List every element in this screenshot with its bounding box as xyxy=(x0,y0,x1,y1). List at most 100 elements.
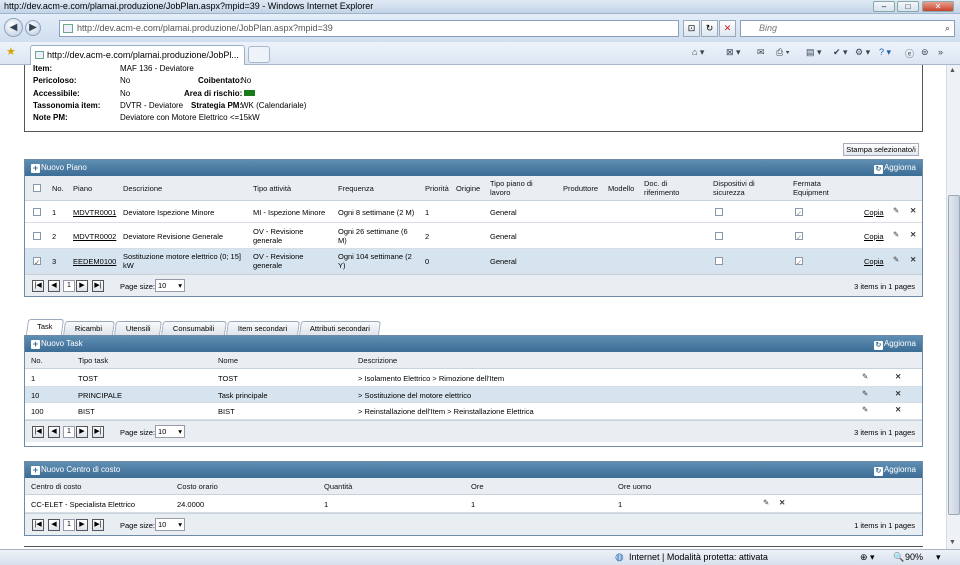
col-no[interactable]: No. xyxy=(52,184,64,193)
page-scrollbar[interactable]: ▲ ▼ xyxy=(946,65,960,549)
col-frequenza[interactable]: Frequenza xyxy=(338,184,374,193)
url-input[interactable]: http://dev.acm-e.com/plamai.produzione/J… xyxy=(59,20,679,37)
next-page-button[interactable]: ▶ xyxy=(76,519,88,531)
zoom-dropdown-icon[interactable]: ▾ xyxy=(936,552,941,563)
tab-consumabili[interactable]: Consumabili xyxy=(161,321,227,335)
scrollbar-thumb[interactable] xyxy=(948,195,960,515)
last-page-button[interactable]: ▶| xyxy=(92,426,104,438)
research-icon[interactable]: ⊜ xyxy=(921,47,929,58)
row-checkbox[interactable]: ✓ xyxy=(33,257,41,267)
copia-link[interactable]: Copia xyxy=(864,208,884,217)
refresh-button[interactable]: ↻ xyxy=(701,20,718,37)
browser-tab[interactable]: http://dev.acm-e.com/plamai.produzione/J… xyxy=(30,45,245,65)
col-centro-costo[interactable]: Centro di costo xyxy=(31,482,81,491)
favorites-star-icon[interactable]: ★ xyxy=(6,45,16,58)
piano-link[interactable]: MDVTR0002 xyxy=(73,232,116,241)
table-row[interactable]: 100 BIST BIST > Reinstallazione dell'Ite… xyxy=(25,403,922,420)
col-modello[interactable]: Modello xyxy=(608,184,634,193)
edit-pencil-icon[interactable]: ✎ xyxy=(862,372,868,381)
col-tipo-piano[interactable]: Tipo piano di lavoro xyxy=(490,179,550,197)
mail-icon[interactable]: ✉ xyxy=(757,47,765,58)
table-row[interactable]: CC-ELET - Specialista Elettrico 24.0000 … xyxy=(25,496,922,513)
copia-link[interactable]: Copia xyxy=(864,232,884,241)
page-menu-icon[interactable]: ▤ ▾ xyxy=(806,47,822,58)
last-page-button[interactable]: ▶| xyxy=(92,519,104,531)
minimize-button[interactable]: – xyxy=(873,1,895,12)
delete-x-icon[interactable]: ✕ xyxy=(910,230,916,239)
page-size-select[interactable]: 10 ▾ xyxy=(155,518,185,531)
table-row[interactable]: 10 PRINCIPALE Task principale > Sostituz… xyxy=(25,387,922,403)
prev-page-button[interactable]: ◀ xyxy=(48,426,60,438)
copia-link[interactable]: Copia xyxy=(864,257,884,266)
tab-item-secondari[interactable]: Item secondari xyxy=(226,321,300,335)
edit-pencil-icon[interactable]: ✎ xyxy=(862,389,868,398)
add-centro-costo-button[interactable]: + Nuovo Centro di costo xyxy=(31,462,120,478)
refresh-piano-button[interactable]: ↻ Aggiorna xyxy=(873,160,916,176)
next-page-button[interactable]: ▶ xyxy=(76,426,88,438)
delete-x-icon[interactable]: ✕ xyxy=(910,255,916,264)
stop-button[interactable]: ✕ xyxy=(719,20,736,37)
page-number[interactable]: 1 xyxy=(63,280,75,292)
table-row[interactable]: ✓ 3 EEDEM0100 Sostituzione motore elettr… xyxy=(25,249,922,274)
table-row[interactable]: 1 TOST TOST > Isolamento Elettrico > Rim… xyxy=(25,370,922,387)
col-quantita[interactable]: Quantità xyxy=(324,482,352,491)
maximize-button[interactable]: □ xyxy=(897,1,919,12)
table-row[interactable]: 2 MDVTR0002 Deviatore Revisione Generale… xyxy=(25,223,922,249)
search-icon[interactable]: ⌕ xyxy=(945,21,950,36)
col-doc-riferimento[interactable]: Doc. di riferimento xyxy=(644,179,689,197)
tab-task[interactable]: Task xyxy=(25,319,65,335)
col-no[interactable]: No. xyxy=(31,356,43,365)
edit-pencil-icon[interactable]: ✎ xyxy=(893,206,899,215)
first-page-button[interactable]: |◀ xyxy=(32,280,44,292)
last-page-button[interactable]: ▶| xyxy=(92,280,104,292)
page-number[interactable]: 1 xyxy=(63,519,75,531)
page-number[interactable]: 1 xyxy=(63,426,75,438)
col-descrizione[interactable]: Descrizione xyxy=(123,184,162,193)
row-checkbox[interactable] xyxy=(33,208,41,216)
first-page-button[interactable]: |◀ xyxy=(32,426,44,438)
prev-page-button[interactable]: ◀ xyxy=(48,280,60,292)
print-icon[interactable]: ⎙ ▾ xyxy=(776,47,789,58)
col-fermata[interactable]: Fermata Equipment xyxy=(793,179,843,197)
search-input[interactable]: Bing ⌕ xyxy=(740,20,955,37)
col-ore[interactable]: Ore xyxy=(471,482,484,491)
feeds-icon[interactable]: ⊠ ▾ xyxy=(726,47,741,58)
refresh-costo-button[interactable]: ↻ Aggiorna xyxy=(873,462,916,478)
toolbar-chevron-icon[interactable]: » xyxy=(938,47,943,57)
next-page-button[interactable]: ▶ xyxy=(76,280,88,292)
row-checkbox[interactable] xyxy=(33,232,41,240)
col-piano[interactable]: Piano xyxy=(73,184,92,193)
col-tipo-attivita[interactable]: Tipo attività xyxy=(253,184,291,193)
tools-gear-icon[interactable]: ⚙ ▾ xyxy=(855,47,870,58)
piano-link[interactable]: EEDEM0100 xyxy=(73,257,116,266)
delete-x-icon[interactable]: ✕ xyxy=(895,389,901,398)
col-origine[interactable]: Origine xyxy=(456,184,480,193)
col-dispositivi[interactable]: Dispositivi di sicurezza xyxy=(713,179,768,197)
back-button[interactable]: ◀ xyxy=(4,18,23,37)
refresh-task-button[interactable]: ↻ Aggiorna xyxy=(873,336,916,352)
delete-x-icon[interactable]: ✕ xyxy=(895,405,901,414)
delete-x-icon[interactable]: ✕ xyxy=(779,498,785,507)
safety-icon[interactable]: ✔ ▾ xyxy=(833,47,848,58)
help-icon[interactable]: ? ▾ xyxy=(879,47,891,58)
first-page-button[interactable]: |◀ xyxy=(32,519,44,531)
delete-x-icon[interactable]: ✕ xyxy=(895,372,901,381)
add-task-button[interactable]: + Nuovo Task xyxy=(31,336,83,352)
new-tab-button[interactable] xyxy=(248,46,270,63)
home-icon[interactable]: ⌂ ▾ xyxy=(692,47,704,58)
tab-utensili[interactable]: Utensili xyxy=(114,321,162,335)
edit-pencil-icon[interactable]: ✎ xyxy=(893,230,899,239)
col-tipo-task[interactable]: Tipo task xyxy=(78,356,108,365)
col-produttore[interactable]: Produttore xyxy=(563,184,598,193)
tab-ricambi[interactable]: Ricambi xyxy=(63,321,115,335)
close-window-button[interactable]: ✕ xyxy=(922,1,954,12)
delete-x-icon[interactable]: ✕ xyxy=(910,206,916,215)
select-all-checkbox[interactable] xyxy=(33,184,41,192)
tab-attributi-secondari[interactable]: Attributi secondari xyxy=(299,321,381,335)
prev-page-button[interactable]: ◀ xyxy=(48,519,60,531)
protected-mode-icon[interactable]: ⊕ ▾ xyxy=(860,552,875,563)
table-row[interactable]: 1 MDVTR0001 Deviatore Ispezione Minore M… xyxy=(25,202,922,223)
zone-status[interactable]: Internet | Modalità protetta: attivata xyxy=(629,552,768,562)
edit-pencil-icon[interactable]: ✎ xyxy=(763,498,769,507)
forward-button[interactable]: ▶ xyxy=(25,20,41,36)
